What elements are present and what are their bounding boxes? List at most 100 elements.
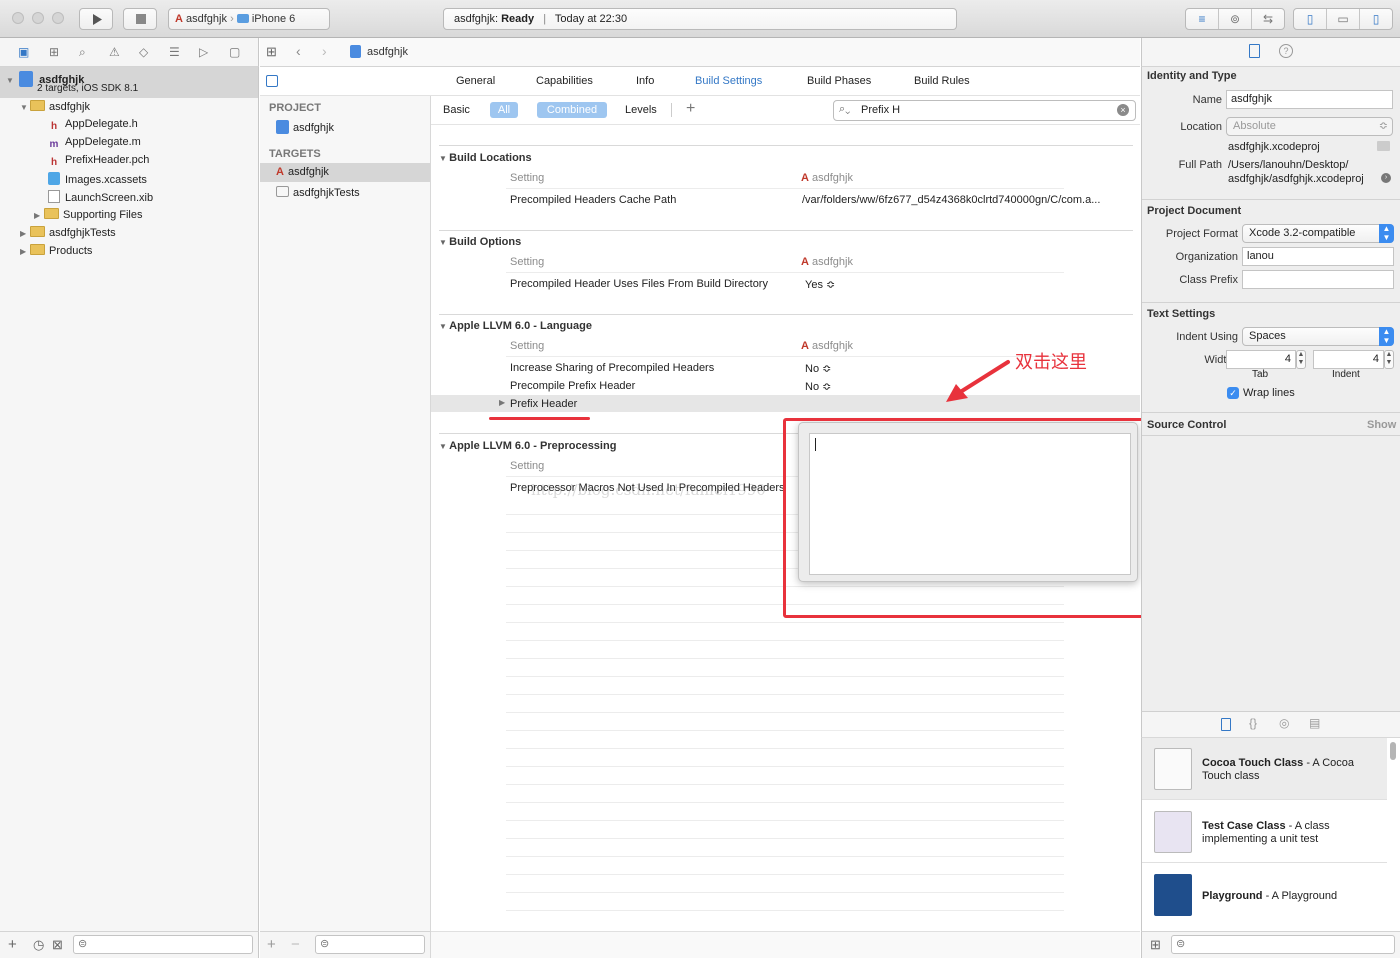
- basic-filter-button[interactable]: Basic: [443, 104, 470, 116]
- editor-mode-segment[interactable]: ≡ ⊚ ⇆: [1185, 8, 1285, 30]
- tree-item[interactable]: ▶ Products: [20, 244, 92, 257]
- setting-name[interactable]: Precompiled Header Uses Files From Build…: [510, 278, 768, 290]
- combined-view-button[interactable]: Combined: [537, 102, 607, 118]
- section-build-options[interactable]: ▼ Build Options: [439, 236, 521, 248]
- project-format-popup[interactable]: Xcode 3.2-compatible ▲ ▼: [1242, 224, 1394, 243]
- tree-item[interactable]: h PrefixHeader.pch: [48, 154, 149, 170]
- disclosure-open-icon[interactable]: ▼: [439, 442, 449, 451]
- navigator-toggle-icon[interactable]: ▯: [1294, 9, 1327, 29]
- disclosure-open-icon[interactable]: ▼: [20, 103, 30, 112]
- zoom-window-button[interactable]: [52, 12, 64, 24]
- standard-editor-icon[interactable]: ≡: [1186, 9, 1219, 29]
- tree-item[interactable]: ▶ Supporting Files: [34, 208, 143, 221]
- tab-build-phases[interactable]: Build Phases: [807, 75, 871, 87]
- tab-general[interactable]: General: [456, 75, 495, 87]
- disclosure-open-icon[interactable]: ▼: [439, 154, 449, 163]
- add-target-icon[interactable]: +: [267, 936, 276, 953]
- reveal-in-finder-icon[interactable]: ›: [1381, 173, 1391, 183]
- location-popup[interactable]: Absolute ≎: [1226, 117, 1393, 136]
- tab-width-field[interactable]: 4: [1226, 350, 1296, 369]
- report-navigator-icon[interactable]: ▢: [229, 45, 240, 59]
- tab-build-settings[interactable]: Build Settings: [695, 75, 762, 87]
- code-snippet-library-icon[interactable]: {}: [1249, 716, 1257, 730]
- breadcrumb[interactable]: asdfghjk: [367, 46, 408, 58]
- indent-width-stepper[interactable]: ▲ ▼: [1384, 350, 1394, 369]
- setting-value[interactable]: /var/folders/ww/6fz677_d54z4368k0clrtd74…: [802, 194, 1132, 206]
- clear-search-icon[interactable]: ×: [1117, 104, 1129, 116]
- back-icon[interactable]: ‹: [296, 43, 301, 59]
- add-setting-icon[interactable]: +: [686, 100, 695, 118]
- forward-icon[interactable]: ›: [322, 43, 327, 59]
- close-window-button[interactable]: [12, 12, 24, 24]
- recent-files-icon[interactable]: ◷: [33, 937, 44, 953]
- symbol-navigator-icon[interactable]: ⊞: [49, 45, 59, 59]
- class-prefix-field[interactable]: [1242, 270, 1394, 289]
- disclosure-closed-icon[interactable]: ▶: [20, 247, 30, 256]
- debug-area-toggle-icon[interactable]: ▭: [1327, 9, 1360, 29]
- setting-name[interactable]: Precompiled Headers Cache Path: [510, 194, 676, 206]
- search-input[interactable]: Prefix H: [861, 104, 900, 116]
- file-template-library-icon[interactable]: [1221, 718, 1231, 731]
- disclosure-open-icon[interactable]: ▼: [439, 322, 449, 331]
- disclosure-closed-icon[interactable]: ▶: [20, 229, 30, 238]
- assistant-editor-icon[interactable]: ⊚: [1219, 9, 1252, 29]
- add-icon[interactable]: +: [8, 936, 17, 953]
- tree-item[interactable]: h AppDelegate.h: [48, 118, 138, 134]
- disclosure-closed-icon[interactable]: ▶: [34, 211, 44, 220]
- related-items-icon[interactable]: ⊞: [266, 44, 277, 60]
- tab-width-stepper[interactable]: ▲ ▼: [1296, 350, 1306, 369]
- media-library-icon[interactable]: ▤: [1309, 716, 1320, 730]
- library-filter-input[interactable]: ⊜: [1171, 935, 1395, 954]
- debug-navigator-icon[interactable]: ☰: [169, 45, 180, 59]
- setting-name[interactable]: Increase Sharing of Precompiled Headers: [510, 362, 714, 374]
- tree-item[interactable]: m AppDelegate.m: [48, 136, 141, 152]
- library-item-cocoa-touch-class[interactable]: Cocoa Touch Class - A Cocoa Touch class: [1142, 738, 1387, 800]
- run-button[interactable]: [79, 8, 113, 30]
- breakpoint-navigator-icon[interactable]: ▷: [199, 45, 208, 59]
- folder-icon[interactable]: [1377, 141, 1390, 151]
- project-navigator-icon[interactable]: ▣: [18, 45, 29, 59]
- tab-info[interactable]: Info: [636, 75, 654, 87]
- utilities-toggle-icon[interactable]: ▯: [1360, 9, 1392, 29]
- tree-item[interactable]: LaunchScreen.xib: [48, 190, 153, 204]
- library-item-playground[interactable]: Playground - A Playground: [1142, 864, 1387, 926]
- wrap-lines-checkbox[interactable]: ✓: [1227, 387, 1239, 399]
- setting-name[interactable]: Precompile Prefix Header: [510, 380, 635, 392]
- version-editor-icon[interactable]: ⇆: [1252, 9, 1284, 29]
- file-inspector-icon[interactable]: [1249, 44, 1260, 58]
- organization-field[interactable]: lanou: [1242, 247, 1394, 266]
- grid-view-icon[interactable]: ⊞: [1150, 937, 1161, 953]
- object-library-icon[interactable]: ◎: [1279, 716, 1289, 730]
- section-build-locations[interactable]: ▼ Build Locations: [439, 152, 532, 164]
- setting-value-popup[interactable]: Yes ≎: [805, 278, 835, 291]
- tree-item[interactable]: ▶ asdfghjkTests: [20, 226, 116, 239]
- test-navigator-icon[interactable]: ◇: [139, 45, 148, 59]
- setting-name[interactable]: Prefix Header: [510, 398, 577, 410]
- library-item-test-case-class[interactable]: Test Case Class - A class implementing a…: [1142, 801, 1387, 863]
- target-filter-input[interactable]: ⊜: [315, 935, 425, 954]
- find-navigator-icon[interactable]: ⌕: [79, 45, 86, 60]
- hide-project-list-icon[interactable]: [266, 75, 278, 87]
- section-llvm-language[interactable]: ▼ Apple LLVM 6.0 - Language: [439, 320, 592, 332]
- view-toggle-segment[interactable]: ▯ ▭ ▯: [1293, 8, 1393, 30]
- scheme-selector[interactable]: A asdfghjk › iPhone 6: [168, 8, 330, 30]
- section-llvm-preprocessing[interactable]: ▼ Apple LLVM 6.0 - Preprocessing: [439, 440, 616, 452]
- levels-view-button[interactable]: Levels: [625, 104, 657, 116]
- remove-target-icon[interactable]: −: [291, 936, 300, 953]
- indent-width-field[interactable]: 4: [1313, 350, 1384, 369]
- stop-button[interactable]: [123, 8, 157, 30]
- library-scrollbar[interactable]: [1390, 742, 1396, 760]
- source-control-show-button[interactable]: Show: [1367, 419, 1396, 431]
- tree-item[interactable]: ▼ asdfghjk: [20, 100, 90, 113]
- name-field[interactable]: asdfghjk: [1226, 90, 1393, 109]
- minimize-window-button[interactable]: [32, 12, 44, 24]
- disclosure-open-icon[interactable]: ▼: [6, 76, 16, 85]
- scm-filter-icon[interactable]: ⊠: [52, 937, 63, 953]
- setting-value-popup[interactable]: No ≎: [805, 362, 831, 375]
- target-list-item[interactable]: Aasdfghjk: [276, 166, 329, 178]
- project-list-item[interactable]: asdfghjk: [276, 120, 334, 134]
- navigator-filter-input[interactable]: ⊜: [73, 935, 253, 954]
- tab-build-rules[interactable]: Build Rules: [914, 75, 970, 87]
- all-filter-button[interactable]: All: [490, 102, 518, 118]
- disclosure-closed-icon[interactable]: ▶: [499, 398, 505, 407]
